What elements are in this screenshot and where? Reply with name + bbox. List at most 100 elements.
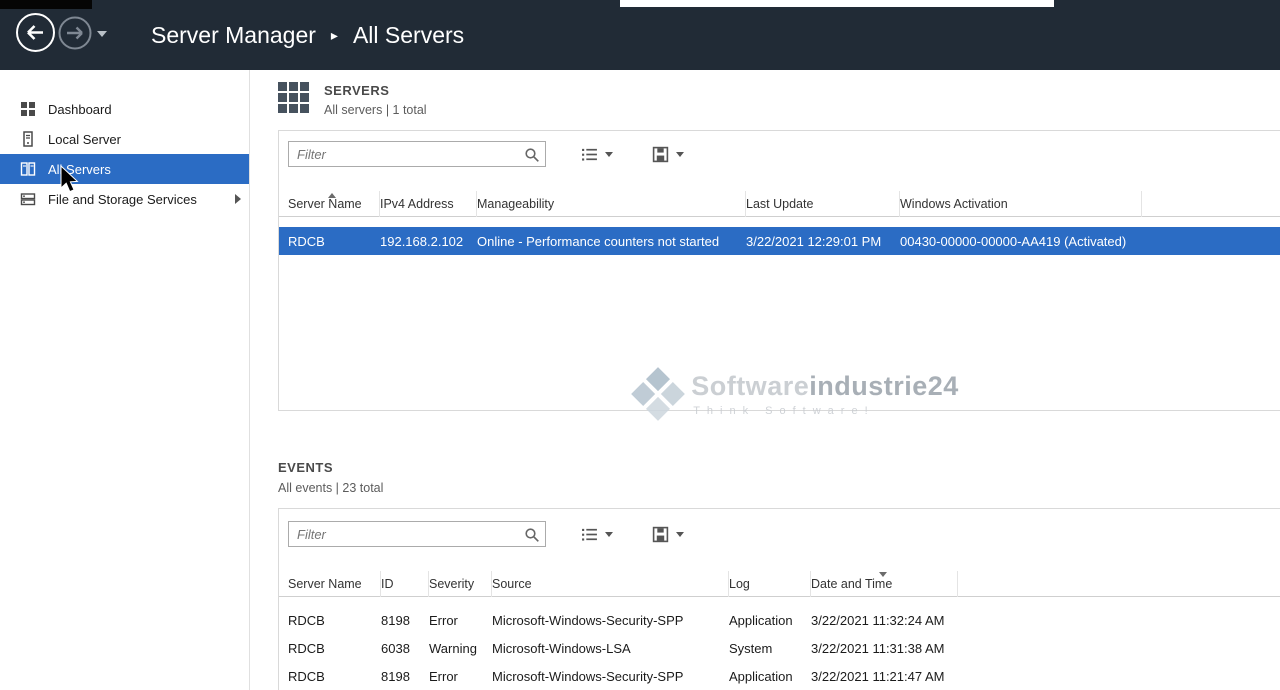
cell-last-update: 3/22/2021 12:29:01 PM [746,234,900,249]
cell-severity: Error [429,669,492,684]
cell-date-time: 3/22/2021 11:21:47 AM [811,669,958,684]
cell-server-name: RDCB [288,613,381,628]
all-servers-icon [20,161,36,177]
arrow-left-icon [15,12,56,53]
events-section-title: EVENTS [278,460,333,475]
servers-filter-toolbar [288,141,688,167]
watermark: Softwareindustrie24 Think Software! [511,371,1087,417]
col-windows-activation[interactable]: Windows Activation [900,191,1142,217]
event-row[interactable]: RDCB 8198 Error Microsoft-Windows-Securi… [279,606,1280,634]
servers-panel: Server Name IPv4 Address Manageability L… [278,130,1280,411]
caret-down-icon [605,152,613,157]
sidebar-item-local-server[interactable]: Local Server [0,124,249,154]
col-id[interactable]: ID [381,571,429,597]
search-icon [524,527,540,543]
col-last-update[interactable]: Last Update [746,191,900,217]
cell-id: 8198 [381,669,429,684]
watermark-brand: Softwareindustrie24 [691,371,959,402]
col-log[interactable]: Log [729,571,811,597]
cell-server-name: RDCB [288,234,380,249]
cell-log: Application [729,613,811,628]
cell-server-name: RDCB [288,641,381,656]
event-row[interactable]: RDCB 6038 Warning Microsoft-Windows-LSA … [279,634,1280,662]
cell-source: Microsoft-Windows-Security-SPP [492,613,729,628]
sort-descending-icon [879,572,887,577]
servers-filter-input[interactable] [289,142,545,166]
list-icon [581,526,598,543]
watermark-logo-icon [631,367,685,421]
servers-table-header: Server Name IPv4 Address Manageability L… [279,191,1280,217]
save-icon [652,146,669,163]
breadcrumb-app-title[interactable]: Server Manager [151,22,316,49]
list-icon [581,146,598,163]
cell-id: 6038 [381,641,429,656]
servers-section-title: SERVERS [324,83,389,98]
search-icon [524,147,540,163]
events-filter-input[interactable] [289,522,545,546]
cell-server-name: RDCB [288,669,381,684]
arrow-right-icon [58,16,92,50]
cell-severity: Error [429,613,492,628]
nav-history-dropdown-icon[interactable] [97,31,107,37]
overlay-artifact-light [620,0,1054,7]
sidebar-item-label: Local Server [48,132,121,147]
col-date-time[interactable]: Date and Time [811,571,958,597]
sidebar-item-all-servers[interactable]: All Servers [0,154,249,184]
breadcrumb-separator-icon: ▸ [331,27,338,44]
sidebar-item-dashboard[interactable]: Dashboard [0,94,249,124]
events-filter-toolbar [288,521,688,547]
overlay-artifact-dark [0,0,92,9]
cell-ipv4: 192.168.2.102 [380,234,477,249]
events-table-body: RDCB 8198 Error Microsoft-Windows-Securi… [279,606,1280,690]
sidebar-item-file-storage-services[interactable]: File and Storage Services [0,184,249,214]
servers-filter-field [288,141,546,167]
servers-tile-icon [278,82,309,113]
caret-down-icon [676,532,684,537]
watermark-tagline: Think Software! [691,405,959,417]
events-filter-field [288,521,546,547]
events-panel: Server Name ID Severity Source Log Date … [278,508,1280,690]
col-source[interactable]: Source [492,571,729,597]
col-server-name[interactable]: Server Name [288,191,380,217]
col-manageability[interactable]: Manageability [477,191,746,217]
servers-table-body: RDCB 192.168.2.102 Online - Performance … [279,227,1280,255]
servers-filter-list-dropdown[interactable] [577,144,617,165]
caret-down-icon [605,532,613,537]
forward-button[interactable] [58,16,92,50]
cell-activation: 00430-00000-00000-AA419 (Activated) [900,234,1142,249]
cell-date-time: 3/22/2021 11:31:38 AM [811,641,958,656]
col-server-name[interactable]: Server Name [288,571,381,597]
cell-id: 8198 [381,613,429,628]
caret-down-icon [676,152,684,157]
servers-save-query-dropdown[interactable] [648,144,688,165]
servers-section-subtitle: All servers | 1 total [324,103,427,117]
breadcrumb: Server Manager ▸ All Servers [151,0,464,70]
breadcrumb-current-page[interactable]: All Servers [353,22,464,49]
sidebar-item-label: Dashboard [48,102,112,117]
cell-date-time: 3/22/2021 11:32:24 AM [811,613,958,628]
events-section-subtitle: All events | 23 total [278,481,383,495]
main-content: SERVERS All servers | 1 total [251,70,1280,690]
save-icon [652,526,669,543]
col-severity[interactable]: Severity [429,571,492,597]
servers-search-button[interactable] [524,147,540,163]
events-table-header: Server Name ID Severity Source Log Date … [279,571,1280,597]
col-ipv4-address[interactable]: IPv4 Address [380,191,477,217]
events-search-button[interactable] [524,527,540,543]
server-row[interactable]: RDCB 192.168.2.102 Online - Performance … [279,227,1280,255]
title-bar: Server Manager ▸ All Servers [0,0,1280,70]
expand-caret-icon[interactable] [235,194,241,204]
cell-source: Microsoft-Windows-Security-SPP [492,669,729,684]
cell-log: Application [729,669,811,684]
server-manager-window: Server Manager ▸ All Servers Dashboard L… [0,0,1280,690]
cell-severity: Warning [429,641,492,656]
back-button[interactable] [15,12,56,53]
events-save-query-dropdown[interactable] [648,524,688,545]
local-server-icon [20,131,36,147]
events-filter-list-dropdown[interactable] [577,524,617,545]
event-row[interactable]: RDCB 8198 Error Microsoft-Windows-Securi… [279,662,1280,690]
dashboard-icon [20,101,36,117]
cell-source: Microsoft-Windows-LSA [492,641,729,656]
cell-manageability: Online - Performance counters not starte… [477,234,746,249]
cell-log: System [729,641,811,656]
